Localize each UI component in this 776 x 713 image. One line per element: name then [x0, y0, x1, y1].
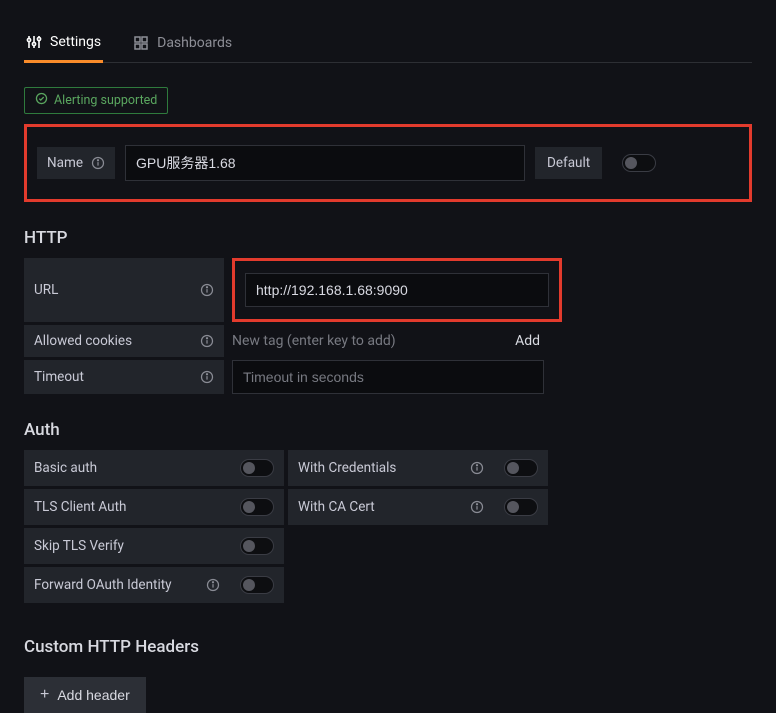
- plus-icon: +: [40, 687, 49, 703]
- info-icon[interactable]: [470, 500, 484, 514]
- with-ca-cert-toggle[interactable]: [504, 498, 538, 516]
- allowed-cookies-input[interactable]: New tag (enter key to add): [232, 325, 501, 357]
- skip-tls-verify-toggle[interactable]: [240, 537, 274, 555]
- tab-dashboards[interactable]: Dashboards: [131, 34, 234, 62]
- basic-auth-toggle[interactable]: [240, 459, 274, 477]
- tls-client-auth-toggle[interactable]: [240, 498, 274, 516]
- name-highlight-box: Name Default: [24, 124, 752, 202]
- default-toggle[interactable]: [622, 154, 656, 172]
- info-icon[interactable]: [206, 578, 220, 592]
- allowed-cookies-label: Allowed cookies: [24, 325, 224, 357]
- http-section-title: HTTP: [24, 228, 752, 248]
- auth-section-title: Auth: [24, 420, 752, 440]
- url-highlight-box: [232, 258, 562, 322]
- default-label: Default: [535, 147, 602, 179]
- timeout-input[interactable]: [232, 360, 544, 394]
- tab-bar: Settings Dashboards: [24, 0, 752, 63]
- with-credentials-toggle[interactable]: [504, 459, 538, 477]
- add-header-button[interactable]: + Add header: [24, 677, 146, 713]
- info-icon[interactable]: [200, 334, 214, 348]
- tls-client-auth-row: TLS Client Auth: [24, 489, 284, 525]
- info-icon[interactable]: [91, 156, 105, 170]
- info-icon[interactable]: [470, 461, 484, 475]
- timeout-label: Timeout: [24, 360, 224, 394]
- check-circle-icon: [35, 92, 48, 109]
- grid-icon: [133, 35, 149, 51]
- sliders-icon: [26, 34, 42, 50]
- tab-settings-label: Settings: [50, 34, 101, 50]
- tab-settings[interactable]: Settings: [24, 34, 103, 63]
- info-icon[interactable]: [200, 283, 214, 297]
- url-input[interactable]: [245, 273, 549, 307]
- basic-auth-row: Basic auth: [24, 450, 284, 486]
- tab-dashboards-label: Dashboards: [157, 35, 232, 51]
- with-credentials-row: With Credentials: [288, 450, 548, 486]
- forward-oauth-row: Forward OAuth Identity: [24, 567, 284, 603]
- forward-oauth-toggle[interactable]: [240, 576, 274, 594]
- alerting-supported-badge: Alerting supported: [24, 87, 168, 114]
- url-label: URL: [24, 258, 224, 322]
- info-icon[interactable]: [200, 370, 214, 384]
- default-toggle-cell: [612, 145, 666, 181]
- alerting-supported-text: Alerting supported: [54, 93, 157, 108]
- name-label: Name: [37, 147, 115, 179]
- allowed-cookies-add[interactable]: Add: [511, 325, 544, 357]
- skip-tls-verify-row: Skip TLS Verify: [24, 528, 284, 564]
- with-ca-cert-row: With CA Cert: [288, 489, 548, 525]
- custom-headers-title: Custom HTTP Headers: [24, 637, 752, 657]
- datasource-name-input[interactable]: [125, 145, 525, 181]
